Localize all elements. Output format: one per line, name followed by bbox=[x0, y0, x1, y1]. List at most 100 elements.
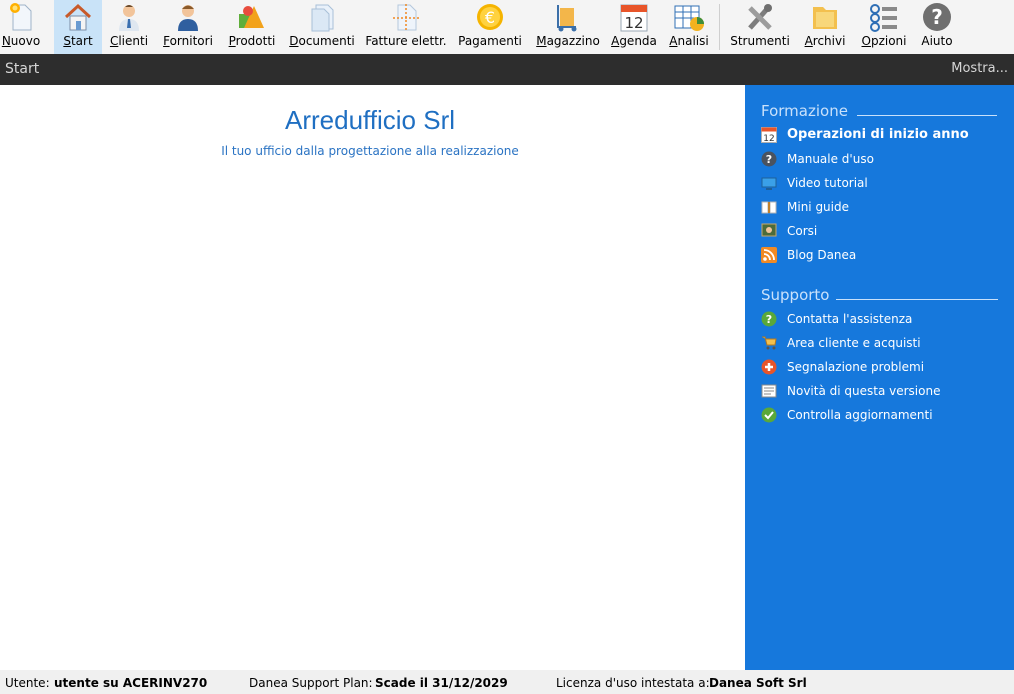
support-plan-value: Scade il 31/12/2029 bbox=[375, 676, 508, 690]
customer-icon bbox=[119, 5, 139, 31]
toolbar-button-clienti[interactable]: Clienti bbox=[106, 0, 152, 54]
support-icon: ? bbox=[761, 311, 777, 327]
payments-icon: € bbox=[477, 4, 503, 30]
toolbar-label: rodotti bbox=[235, 34, 276, 48]
panel-item-video-tutorial[interactable]: Video tutorial bbox=[761, 173, 1006, 193]
user-value: utente su ACERINV270 bbox=[54, 676, 208, 690]
check-icon bbox=[761, 407, 777, 423]
rss-icon bbox=[761, 247, 777, 263]
app-window: Nuovo Start Clienti Fornitori Prodotti D… bbox=[0, 0, 1014, 694]
toolbar-label: ornitori bbox=[169, 34, 213, 48]
toolbar-button-documenti[interactable]: Documenti bbox=[288, 0, 356, 54]
toolbar-label-underline: A bbox=[669, 34, 678, 48]
toolbar-button-aiuto[interactable]: ? Aiuto bbox=[914, 0, 960, 54]
archive-icon bbox=[813, 7, 837, 29]
toolbar-button-prodotti[interactable]: Prodotti bbox=[226, 0, 278, 54]
panel-item-area-cliente[interactable]: Area cliente e acquisti bbox=[761, 333, 1006, 353]
calendar-day: 12 bbox=[624, 14, 643, 32]
toolbar-button-analisi[interactable]: Analisi bbox=[666, 0, 712, 54]
help-side-panel: Formazione 12 Operazioni di inizio anno … bbox=[745, 85, 1014, 670]
calendar-icon: 12 bbox=[761, 127, 777, 143]
teacher-icon bbox=[761, 223, 777, 237]
panel-item-label: Manuale d'uso bbox=[787, 152, 874, 166]
svg-text:?: ? bbox=[766, 153, 772, 166]
panel-item-label: Novità di questa versione bbox=[787, 384, 941, 398]
panel-item-label: Blog Danea bbox=[787, 248, 857, 262]
panel-item-controlla-aggiornamenti[interactable]: Controlla aggiornamenti bbox=[761, 405, 1006, 425]
toolbar-button-nuovo[interactable]: Nuovo bbox=[0, 0, 42, 54]
toolbar-button-fatture-elettroniche[interactable]: Fatture elettr. bbox=[364, 0, 448, 54]
toolbar-label: ocumenti bbox=[298, 34, 355, 48]
toolbar-separator bbox=[719, 4, 720, 50]
supplier-icon bbox=[178, 5, 198, 31]
status-bar: Utente: utente su ACERINV270 Danea Suppo… bbox=[0, 670, 1014, 694]
panel-item-novita-versione[interactable]: Novità di questa versione bbox=[761, 381, 1006, 401]
options-icon bbox=[870, 4, 897, 32]
panel-item-corsi[interactable]: Corsi bbox=[761, 221, 1006, 241]
book-icon bbox=[761, 201, 777, 214]
toolbar-label: tart bbox=[70, 34, 93, 48]
toolbar-button-agenda[interactable]: 12 Agenda bbox=[608, 0, 660, 54]
calendar-day: 12 bbox=[763, 134, 774, 143]
company-tagline: Il tuo ufficio dalla progettazione alla … bbox=[221, 144, 519, 158]
toolbar-label: Fatture elettr. bbox=[365, 34, 447, 48]
new-document-icon bbox=[10, 3, 32, 31]
panel-item-operazioni-inizio-anno[interactable]: 12 Operazioni di inizio anno bbox=[761, 125, 1006, 145]
section-title: Start bbox=[5, 61, 40, 77]
toolbar-button-opzioni[interactable]: Opzioni bbox=[858, 0, 910, 54]
help-icon: ? bbox=[923, 3, 951, 31]
toolbar-label: agazzino bbox=[546, 34, 600, 48]
toolbar-button-pagamenti[interactable]: € Pagamenti bbox=[456, 0, 524, 54]
panel-item-label: Controlla aggiornamenti bbox=[787, 408, 933, 422]
toolbar-label-underline: A bbox=[804, 34, 813, 48]
toolbar-label: pzioni bbox=[870, 34, 907, 48]
toolbar-label: Aiuto bbox=[921, 34, 953, 48]
section-title-supporto: Supporto bbox=[761, 286, 830, 304]
panel-item-blog-danea[interactable]: Blog Danea bbox=[761, 245, 1006, 265]
toolbar-label-underline: O bbox=[861, 34, 871, 48]
license-value: Danea Soft Srl bbox=[709, 676, 807, 690]
svg-text:?: ? bbox=[931, 5, 943, 29]
documents-icon bbox=[311, 4, 334, 32]
cart-icon bbox=[762, 336, 777, 350]
show-more-button[interactable]: Mostra... bbox=[951, 61, 1008, 76]
company-name: Arredufficio Srl bbox=[284, 105, 456, 135]
panel-item-mini-guide[interactable]: Mini guide bbox=[761, 197, 1006, 217]
start-page-content: Arredufficio Srl Il tuo ufficio dalla pr… bbox=[0, 85, 745, 670]
panel-item-label: Video tutorial bbox=[787, 176, 868, 190]
analysis-icon bbox=[674, 5, 704, 31]
panel-item-segnalazione-problemi[interactable]: Segnalazione problemi bbox=[761, 357, 1006, 377]
monitor-icon bbox=[761, 177, 777, 190]
section-divider bbox=[857, 115, 997, 116]
toolbar-label: Pagamenti bbox=[458, 34, 522, 48]
news-icon bbox=[761, 384, 777, 398]
svg-text:?: ? bbox=[766, 313, 772, 326]
calendar-icon: 12 bbox=[620, 4, 648, 32]
user-label: Utente: bbox=[5, 676, 50, 690]
panel-item-manuale-uso[interactable]: ? Manuale d'uso bbox=[761, 149, 1006, 169]
toolbar-label: Strumenti bbox=[730, 34, 790, 48]
section-title-formazione: Formazione bbox=[761, 102, 848, 120]
section-divider bbox=[836, 299, 998, 300]
products-icon bbox=[239, 6, 264, 28]
toolbar-button-fornitori[interactable]: Fornitori bbox=[160, 0, 216, 54]
panel-item-label: Segnalazione problemi bbox=[787, 360, 925, 374]
report-problem-icon bbox=[761, 359, 777, 375]
toolbar-button-strumenti[interactable]: Strumenti bbox=[728, 0, 792, 54]
panel-item-label: Corsi bbox=[787, 224, 818, 238]
e-invoice-icon bbox=[393, 4, 420, 31]
question-icon: ? bbox=[761, 151, 777, 167]
toolbar-label: lienti bbox=[118, 34, 149, 48]
panel-item-contatta-assistenza[interactable]: ? Contatta l'assistenza bbox=[761, 309, 1006, 329]
panel-item-label: Area cliente e acquisti bbox=[787, 336, 921, 350]
toolbar-label-underline: M bbox=[536, 34, 547, 48]
support-plan-label: Danea Support Plan: bbox=[249, 676, 373, 690]
toolbar-button-archivi[interactable]: Archivi bbox=[802, 0, 848, 54]
panel-item-label: Operazioni di inizio anno bbox=[787, 127, 969, 142]
home-icon bbox=[64, 3, 92, 31]
panel-item-label: Contatta l'assistenza bbox=[787, 312, 913, 326]
toolbar-button-start[interactable]: Start bbox=[54, 0, 102, 54]
toolbar-label-underline: S bbox=[63, 34, 71, 48]
toolbar-label: rchivi bbox=[812, 34, 846, 48]
toolbar-button-magazzino[interactable]: Magazzino bbox=[534, 0, 602, 54]
